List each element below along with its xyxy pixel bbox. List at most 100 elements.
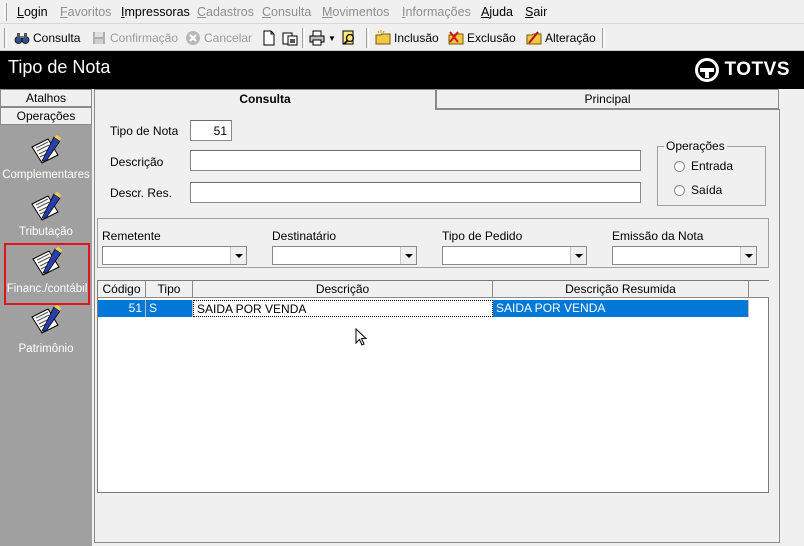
operacoes-groupbox: Operações Entrada Saída bbox=[657, 139, 766, 206]
toolbar-separator bbox=[366, 28, 369, 48]
alteracao-label: Alteração bbox=[545, 31, 596, 45]
chevron-down-icon[interactable]: ▼ bbox=[328, 34, 336, 43]
new-document-icon bbox=[261, 30, 277, 46]
table-row[interactable]: 51 S SAIDA POR VENDA SAIDA POR VENDA bbox=[98, 300, 749, 317]
new-document-button[interactable] bbox=[261, 28, 280, 48]
toolbar-separator bbox=[302, 28, 305, 48]
confirmacao-button[interactable]: Confirmação bbox=[91, 28, 178, 48]
sidebar-tab-atalhos[interactable]: Atalhos bbox=[0, 89, 92, 107]
toolbar: Consulta Confirmação Cancelar ▼ Inclusão… bbox=[0, 25, 804, 51]
main-area: Consulta Principal Tipo de Nota 51 Descr… bbox=[92, 89, 804, 546]
document-pencil-icon bbox=[30, 135, 62, 167]
descr-res-field[interactable] bbox=[190, 182, 641, 203]
inclusao-button[interactable]: Inclusão bbox=[375, 28, 439, 48]
mouse-cursor-icon bbox=[355, 328, 367, 346]
cell-tipo[interactable]: S bbox=[146, 300, 193, 317]
exclusao-label: Exclusão bbox=[467, 31, 516, 45]
copy-document-icon bbox=[282, 30, 298, 46]
toolbar-separator bbox=[602, 28, 605, 48]
floppy-disk-icon bbox=[91, 30, 107, 46]
column-descricao[interactable]: Descrição bbox=[193, 281, 493, 298]
cancelar-button[interactable]: Cancelar bbox=[185, 28, 252, 48]
cancel-icon bbox=[185, 30, 201, 46]
menu-login[interactable]: Login bbox=[17, 5, 48, 19]
exclusao-button[interactable]: Exclusão bbox=[448, 28, 516, 48]
cell-descricao[interactable]: SAIDA POR VENDA bbox=[193, 300, 493, 317]
remetente-select[interactable] bbox=[102, 246, 247, 265]
descricao-label: Descrição bbox=[110, 155, 164, 169]
document-pencil-icon bbox=[30, 305, 62, 337]
printer-icon bbox=[309, 30, 325, 46]
sidebar-item-complementares[interactable]: Complementares bbox=[2, 133, 90, 189]
chevron-down-icon[interactable] bbox=[230, 247, 246, 264]
menu-favoritos[interactable]: Favoritos bbox=[60, 5, 111, 19]
entrada-label: Entrada bbox=[691, 159, 734, 173]
add-folder-icon bbox=[375, 30, 391, 46]
tipo-pedido-label: Tipo de Pedido bbox=[442, 229, 523, 243]
column-descricao-resumida[interactable]: Descrição Resumida bbox=[493, 281, 749, 298]
chevron-down-icon[interactable] bbox=[740, 247, 756, 264]
menu-impressoras[interactable]: Impressoras bbox=[121, 5, 190, 19]
menu-movimentos[interactable]: Movimentos bbox=[322, 5, 389, 19]
radio-circle bbox=[674, 160, 685, 172]
totvs-logo-icon bbox=[694, 58, 719, 82]
tipo-de-nota-label: Tipo de Nota bbox=[110, 124, 179, 138]
search-document-icon bbox=[341, 30, 357, 46]
radio-circle bbox=[674, 184, 685, 196]
destinatario-label: Destinatário bbox=[272, 229, 337, 243]
confirmacao-label: Confirmação bbox=[110, 31, 179, 45]
sidebar-item-label: Complementares bbox=[2, 169, 90, 181]
sidebar-item-patrimonio[interactable]: Patrimônio bbox=[2, 303, 90, 359]
menu-informacoes[interactable]: Informações bbox=[402, 5, 471, 19]
sidebar: Atalhos Operações Complementares Tributa… bbox=[0, 89, 92, 546]
saida-label: Saída bbox=[691, 183, 723, 197]
print-button[interactable]: ▼ bbox=[309, 28, 336, 48]
descricao-field[interactable] bbox=[190, 150, 641, 171]
alteracao-button[interactable]: Alteração bbox=[526, 28, 596, 48]
column-codigo[interactable]: Código bbox=[98, 281, 146, 298]
operacoes-title: Operações bbox=[664, 139, 727, 153]
sidebar-item-tributacao[interactable]: Tributação bbox=[2, 190, 90, 246]
menu-ajuda[interactable]: Ajuda bbox=[481, 5, 513, 19]
inclusao-label: Inclusão bbox=[394, 31, 439, 45]
tab-consulta[interactable]: Consulta bbox=[94, 89, 436, 110]
search-document-button[interactable] bbox=[341, 28, 360, 48]
column-tipo[interactable]: Tipo bbox=[146, 281, 193, 298]
sidebar-item-financ-contabil[interactable]: Financ./contábil bbox=[4, 243, 90, 305]
totvs-logo-text: TOTVS bbox=[724, 59, 790, 80]
binoculars-icon bbox=[14, 30, 30, 46]
consulta-label: Consulta bbox=[33, 31, 81, 45]
tab-principal[interactable]: Principal bbox=[436, 89, 779, 109]
grid-header: Código Tipo Descrição Descrição Resumida bbox=[98, 281, 769, 298]
remetente-label: Remetente bbox=[102, 229, 161, 243]
page-title: Tipo de Nota bbox=[8, 57, 111, 77]
emissao-select[interactable] bbox=[612, 246, 757, 265]
entrada-radio[interactable]: Entrada bbox=[674, 159, 733, 173]
emissao-label: Emissão da Nota bbox=[612, 229, 704, 243]
document-pencil-icon bbox=[30, 192, 62, 224]
copy-document-button[interactable] bbox=[282, 28, 301, 48]
tipo-de-nota-field[interactable]: 51 bbox=[190, 120, 232, 141]
toolbar-separator bbox=[4, 28, 7, 48]
destinatario-select[interactable] bbox=[272, 246, 417, 265]
menu-grip bbox=[4, 3, 7, 21]
results-grid: Código Tipo Descrição Descrição Resumida… bbox=[97, 280, 769, 493]
sidebar-item-label: Financ./contábil bbox=[6, 283, 88, 295]
chevron-down-icon[interactable] bbox=[570, 247, 586, 264]
sidebar-tab-operacoes[interactable]: Operações bbox=[0, 107, 92, 125]
menu-sair[interactable]: Sair bbox=[525, 5, 547, 19]
chevron-down-icon[interactable] bbox=[400, 247, 416, 264]
filter-panel: Remetente Destinatário Tipo de Pedido Em… bbox=[97, 218, 769, 268]
totvs-logo: TOTVS bbox=[694, 58, 791, 82]
saida-radio[interactable]: Saída bbox=[674, 183, 722, 197]
delete-folder-icon bbox=[448, 30, 464, 46]
cell-codigo[interactable]: 51 bbox=[98, 300, 146, 317]
menu-consulta[interactable]: Consulta bbox=[262, 5, 311, 19]
sidebar-item-label: Patrimônio bbox=[18, 343, 74, 355]
consulta-button[interactable]: Consulta bbox=[14, 28, 80, 48]
cell-descricao-resumida[interactable]: SAIDA POR VENDA bbox=[493, 300, 749, 317]
tipo-pedido-select[interactable] bbox=[442, 246, 587, 265]
menu-cadastros[interactable]: Cadastros bbox=[197, 5, 254, 19]
descr-res-label: Descr. Res. bbox=[110, 186, 173, 200]
menu-bar: Login Favoritos Impressoras Cadastros Co… bbox=[0, 0, 804, 24]
